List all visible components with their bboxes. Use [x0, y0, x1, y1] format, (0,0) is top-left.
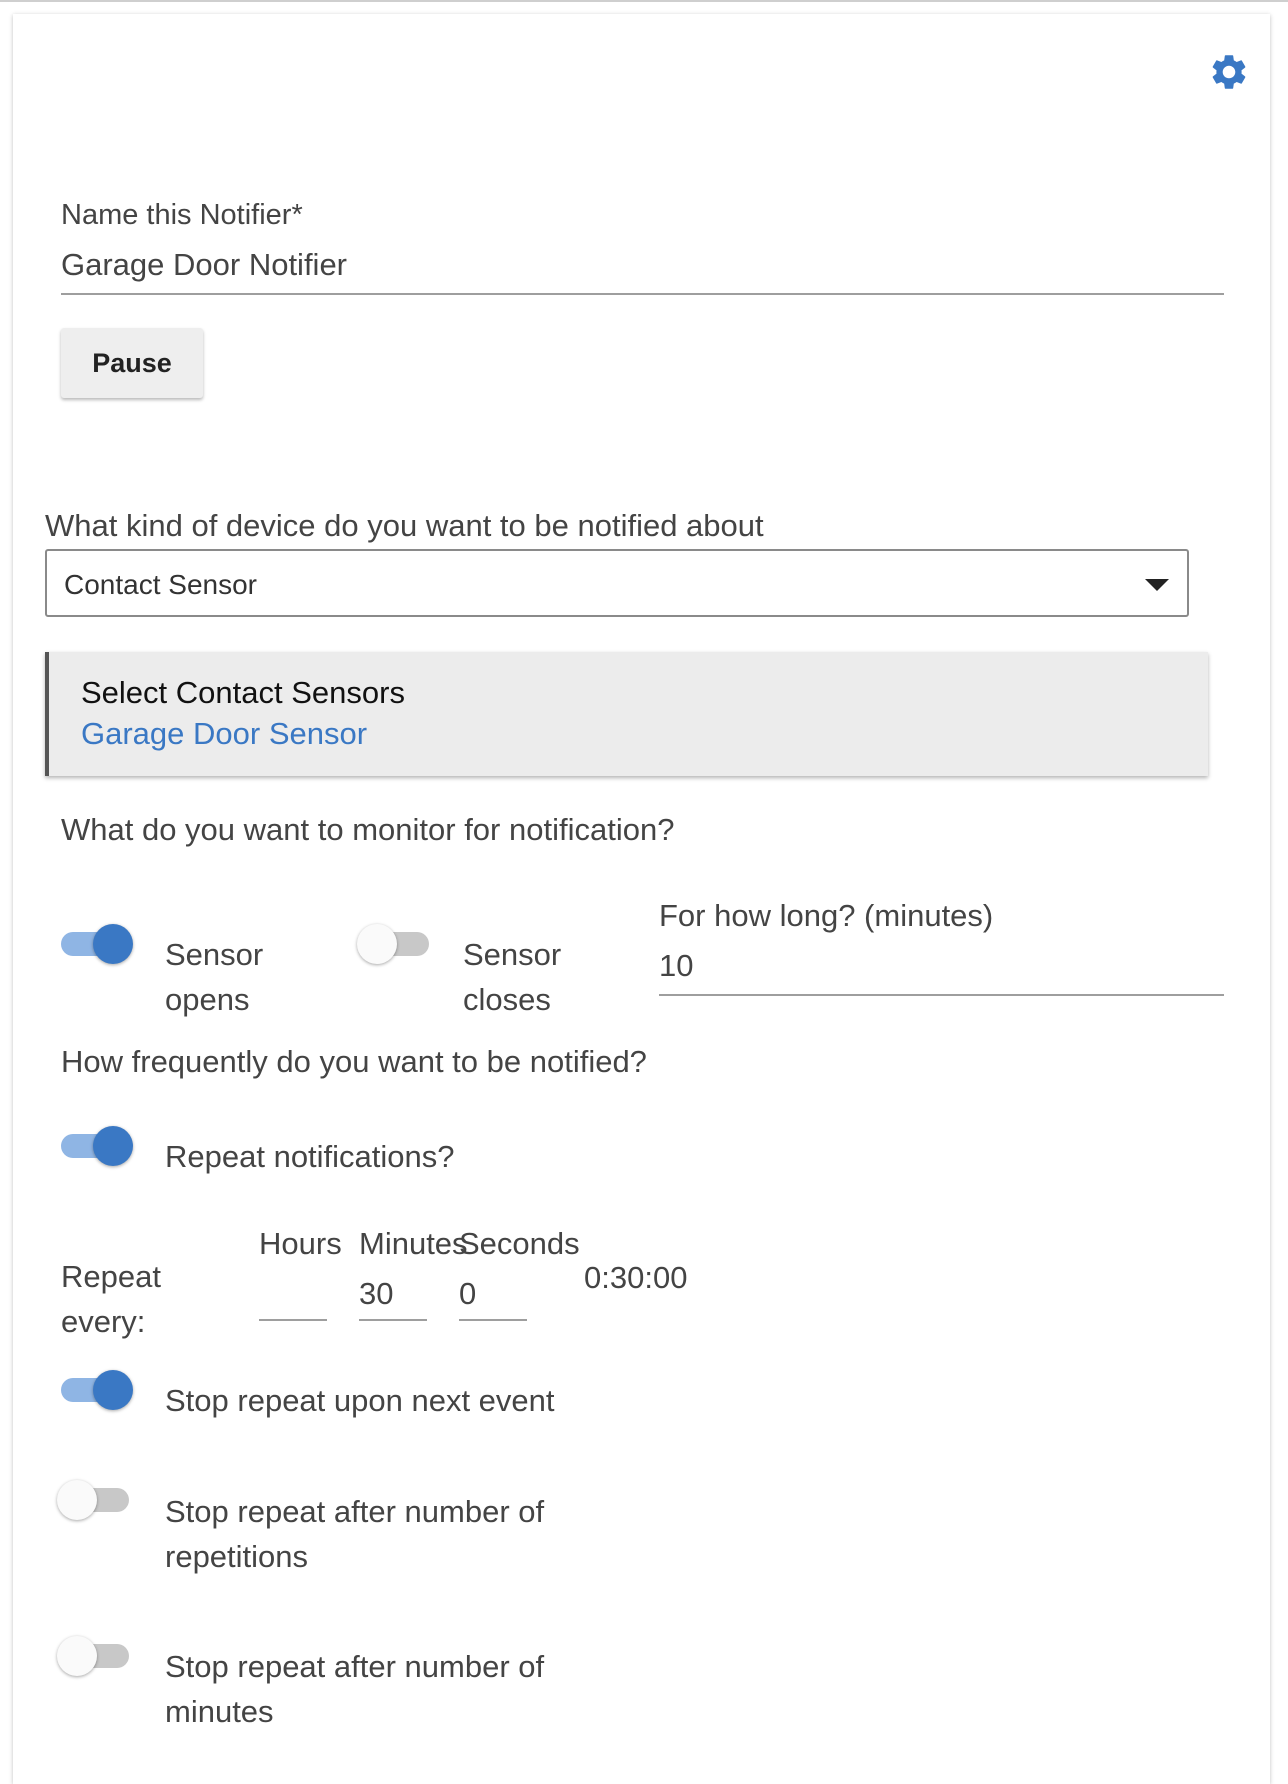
- select-sensors-title: Select Contact Sensors: [81, 675, 405, 710]
- pause-button[interactable]: Pause: [61, 328, 203, 398]
- repeat-every-label-line2: every:: [61, 1304, 146, 1339]
- toggle-knob: [93, 1370, 133, 1410]
- toggle-knob: [93, 1126, 133, 1166]
- minutes-label: Minutes: [359, 1226, 468, 1261]
- toggle-knob: [57, 1480, 97, 1520]
- stop-minutes-label-line2: minutes: [165, 1694, 274, 1729]
- sensor-closes-toggle[interactable]: [357, 920, 433, 966]
- sensor-opens-label-line2: opens: [165, 982, 250, 1017]
- toggle-knob: [357, 924, 397, 964]
- stop-repetitions-label: Stop repeat after number of repetitions: [165, 1489, 544, 1579]
- minutes-input-underline: [359, 1319, 427, 1321]
- seconds-input[interactable]: 0: [459, 1276, 476, 1312]
- sensor-closes-label-line1: Sensor: [463, 937, 562, 972]
- stop-minutes-label: Stop repeat after number of minutes: [165, 1644, 544, 1734]
- repeat-notifications-toggle[interactable]: [57, 1122, 133, 1168]
- stop-repetitions-toggle[interactable]: [57, 1476, 133, 1522]
- notifier-settings-card: Name this Notifier* Garage Door Notifier…: [13, 14, 1270, 1784]
- seconds-label: Seconds: [459, 1226, 580, 1261]
- select-contact-sensors-panel[interactable]: Select Contact Sensors Garage Door Senso…: [45, 652, 1208, 776]
- selected-device-link[interactable]: Garage Door Sensor: [81, 716, 367, 752]
- device-type-question: What kind of device do you want to be no…: [45, 508, 764, 543]
- stop-next-event-toggle[interactable]: [57, 1366, 133, 1412]
- page-top-border: [0, 0, 1288, 2]
- stop-minutes-toggle[interactable]: [57, 1632, 133, 1678]
- name-input[interactable]: Garage Door Notifier: [61, 247, 347, 283]
- sensor-opens-label: Sensor opens: [165, 932, 263, 1022]
- hours-label: Hours: [259, 1226, 342, 1261]
- toggle-knob: [93, 924, 133, 964]
- duration-label: For how long? (minutes): [659, 898, 994, 933]
- chevron-down-icon: [1145, 579, 1169, 591]
- sensor-opens-label-line1: Sensor: [165, 937, 264, 972]
- toggle-knob: [57, 1636, 97, 1676]
- repeat-total: 0:30:00: [584, 1260, 688, 1295]
- sensor-opens-toggle[interactable]: [57, 920, 133, 966]
- duration-input-underline: [659, 994, 1224, 996]
- monitor-question: What do you want to monitor for notifica…: [61, 812, 675, 847]
- stop-next-event-label: Stop repeat upon next event: [165, 1383, 555, 1418]
- name-input-underline: [61, 293, 1224, 295]
- frequency-question: How frequently do you want to be notifie…: [61, 1044, 647, 1079]
- device-type-selected: Contact Sensor: [64, 569, 257, 600]
- minutes-input[interactable]: 30: [359, 1276, 393, 1312]
- duration-input[interactable]: 10: [659, 948, 693, 984]
- hours-input-underline: [259, 1319, 327, 1321]
- seconds-input-underline: [459, 1319, 527, 1321]
- repeat-every-label: Repeat every:: [61, 1254, 161, 1344]
- gear-icon[interactable]: [1208, 51, 1250, 93]
- sensor-closes-label: Sensor closes: [463, 932, 561, 1022]
- repeat-every-label-line1: Repeat: [61, 1259, 161, 1294]
- stop-minutes-label-line1: Stop repeat after number of: [165, 1649, 545, 1684]
- device-type-select[interactable]: Contact Sensor: [45, 549, 1189, 617]
- stop-repetitions-label-line1: Stop repeat after number of: [165, 1494, 545, 1529]
- hours-input[interactable]: [259, 1276, 325, 1316]
- name-field-label: Name this Notifier*: [61, 199, 303, 231]
- stop-repetitions-label-line2: repetitions: [165, 1539, 309, 1574]
- sensor-closes-label-line2: closes: [463, 982, 551, 1017]
- repeat-notifications-label: Repeat notifications?: [165, 1139, 455, 1174]
